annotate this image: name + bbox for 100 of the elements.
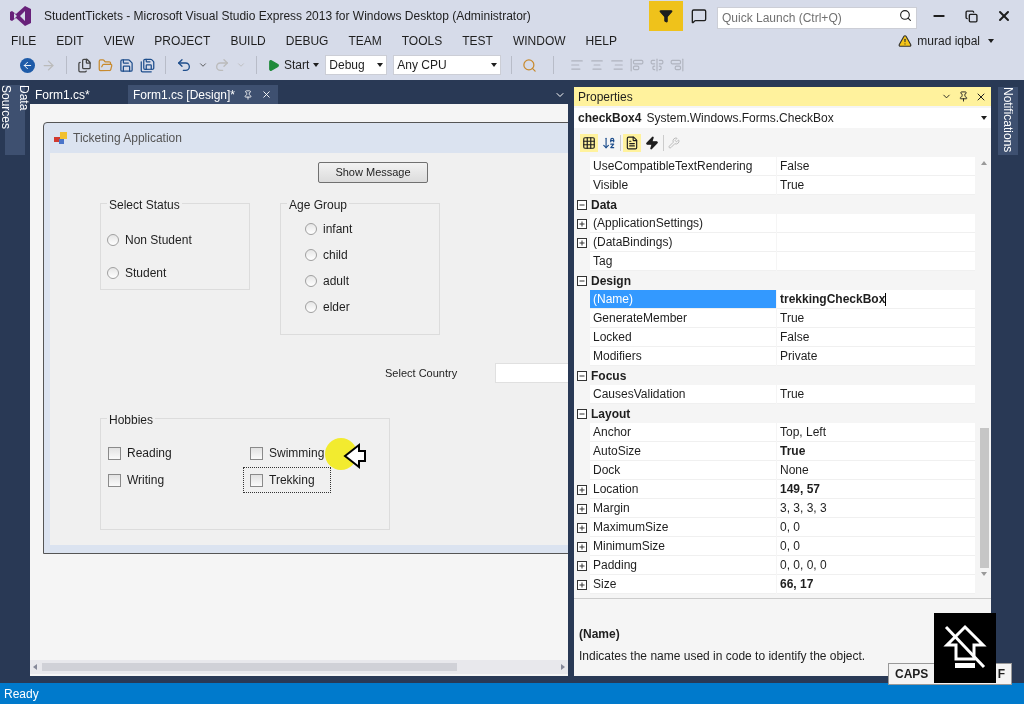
categorized-icon[interactable] <box>580 133 598 152</box>
user-menu[interactable]: murad iqbal <box>917 32 980 50</box>
scroll-right-icon[interactable] <box>560 664 566 670</box>
search-icon[interactable] <box>899 9 912 22</box>
property-value[interactable]: False <box>777 157 975 176</box>
dropdown-arrow-icon[interactable] <box>981 115 987 121</box>
property-name[interactable]: Margin <box>590 499 776 518</box>
checkbox-control[interactable]: Reading <box>101 440 243 466</box>
scroll-thumb[interactable] <box>979 428 989 568</box>
property-name[interactable]: (DataBindings) <box>590 233 776 252</box>
checkbox[interactable] <box>250 473 263 487</box>
side-tab[interactable]: Notifications <box>997 87 1018 155</box>
property-value[interactable]: False <box>777 328 975 347</box>
property-value[interactable]: Private <box>777 347 975 366</box>
property-value[interactable]: True <box>777 385 975 404</box>
expand-toggle-icon[interactable] <box>577 503 587 514</box>
document-tab[interactable]: Form1.cs [Design]* <box>128 85 278 104</box>
pin-icon[interactable] <box>958 91 969 102</box>
menu-item[interactable]: TOOLS <box>394 32 450 50</box>
expand-toggle-icon[interactable] <box>577 484 587 495</box>
property-name[interactable]: CausesValidation <box>590 385 776 404</box>
properties-icon[interactable] <box>623 133 641 152</box>
checkbox[interactable] <box>108 446 121 460</box>
property-name[interactable]: Size <box>590 575 776 594</box>
collapse-toggle-icon[interactable] <box>577 275 587 286</box>
property-value[interactable]: True <box>777 176 975 195</box>
property-name[interactable]: MinimumSize <box>590 537 776 556</box>
expand-toggle-icon[interactable] <box>577 522 587 533</box>
radio-button[interactable] <box>107 267 119 279</box>
property-name[interactable]: Visible <box>590 176 776 195</box>
checkbox-control[interactable]: Trekking <box>243 467 332 493</box>
property-value[interactable]: 149, 57 <box>777 480 975 499</box>
scroll-up-icon[interactable] <box>981 160 987 166</box>
scroll-down-icon[interactable] <box>981 571 987 577</box>
undo-icon[interactable] <box>176 57 192 73</box>
close-icon[interactable] <box>996 8 1012 24</box>
document-tab[interactable]: Form1.cs* <box>30 85 128 104</box>
radio-button[interactable] <box>107 234 119 246</box>
radio-button[interactable] <box>305 301 317 313</box>
property-value[interactable]: True <box>777 442 975 461</box>
play-icon[interactable] <box>267 58 280 72</box>
dropdown-arrow-icon[interactable] <box>491 62 498 68</box>
checkbox[interactable] <box>108 473 121 487</box>
radio-button[interactable] <box>305 223 317 235</box>
save-icon[interactable] <box>119 57 134 73</box>
menu-item[interactable]: VIEW <box>96 32 142 50</box>
property-name[interactable]: (ApplicationSettings) <box>590 214 776 233</box>
property-name[interactable]: Location <box>590 480 776 499</box>
collapse-toggle-icon[interactable] <box>577 199 587 210</box>
expand-toggle-icon[interactable] <box>577 579 587 590</box>
property-value[interactable]: 66, 17 <box>777 575 975 594</box>
filter-icon[interactable] <box>659 9 673 23</box>
expand-toggle-icon[interactable] <box>577 541 587 552</box>
close-tab-icon[interactable] <box>261 89 273 100</box>
scroll-thumb[interactable] <box>42 663 457 671</box>
new-project-icon[interactable] <box>77 57 92 73</box>
property-value[interactable]: 0, 0, 0, 0 <box>777 556 975 575</box>
dropdown-arrow-icon[interactable] <box>377 62 384 68</box>
dropdown-arrow-icon[interactable] <box>313 62 320 68</box>
dropdown-arrow-icon[interactable] <box>988 38 994 44</box>
feedback-bubble-icon[interactable] <box>691 8 707 24</box>
menu-item[interactable]: PROJECT <box>147 32 218 50</box>
property-name[interactable]: Locked <box>590 328 776 347</box>
object-selector[interactable]: checkBox4 System.Windows.Forms.CheckBox <box>574 108 991 128</box>
expand-toggle-icon[interactable] <box>577 237 587 248</box>
property-value[interactable]: trekkingCheckBox <box>777 290 975 309</box>
property-name[interactable]: Anchor <box>590 423 776 442</box>
property-name[interactable]: UseCompatibleTextRendering <box>590 157 776 176</box>
property-name[interactable]: MaximumSize <box>590 518 776 537</box>
start-button[interactable]: Start <box>267 56 320 74</box>
property-value[interactable]: None <box>777 461 975 480</box>
property-value[interactable]: 3, 3, 3, 3 <box>777 499 975 518</box>
property-name[interactable]: GenerateMember <box>590 309 776 328</box>
property-value[interactable]: True <box>777 309 975 328</box>
feedback-filter-button[interactable] <box>649 1 683 31</box>
platform-dropdown[interactable]: Any CPU <box>393 55 502 75</box>
checkbox[interactable] <box>250 446 263 460</box>
menu-item[interactable]: HELP <box>578 32 624 50</box>
property-value[interactable]: 0, 0 <box>777 518 975 537</box>
menu-item[interactable]: FILE <box>4 32 44 50</box>
collapse-toggle-icon[interactable] <box>577 408 587 419</box>
expand-toggle-icon[interactable] <box>577 560 587 571</box>
menu-item[interactable]: DEBUG <box>278 32 336 50</box>
save-all-icon[interactable] <box>140 57 155 73</box>
quick-launch-field[interactable]: Quick Launch (Ctrl+Q) <box>717 7 917 29</box>
property-name[interactable]: Modifiers <box>590 347 776 366</box>
horizontal-scrollbar[interactable] <box>30 660 568 674</box>
show-message-button[interactable]: Show Message <box>318 162 428 183</box>
menu-item[interactable]: WINDOW <box>505 32 573 50</box>
menu-item[interactable]: TEST <box>455 32 500 50</box>
checkbox-control[interactable]: Writing <box>101 467 243 493</box>
menu-item[interactable]: TEAM <box>341 32 389 50</box>
scroll-left-icon[interactable] <box>32 664 38 670</box>
property-name[interactable]: Tag <box>590 252 776 271</box>
radio-button[interactable] <box>305 249 317 261</box>
property-name[interactable]: AutoSize <box>590 442 776 461</box>
expand-toggle-icon[interactable] <box>577 218 587 229</box>
configuration-dropdown[interactable]: Debug <box>325 55 388 75</box>
property-value[interactable]: 0, 0 <box>777 537 975 556</box>
menu-item[interactable]: EDIT <box>49 32 91 50</box>
